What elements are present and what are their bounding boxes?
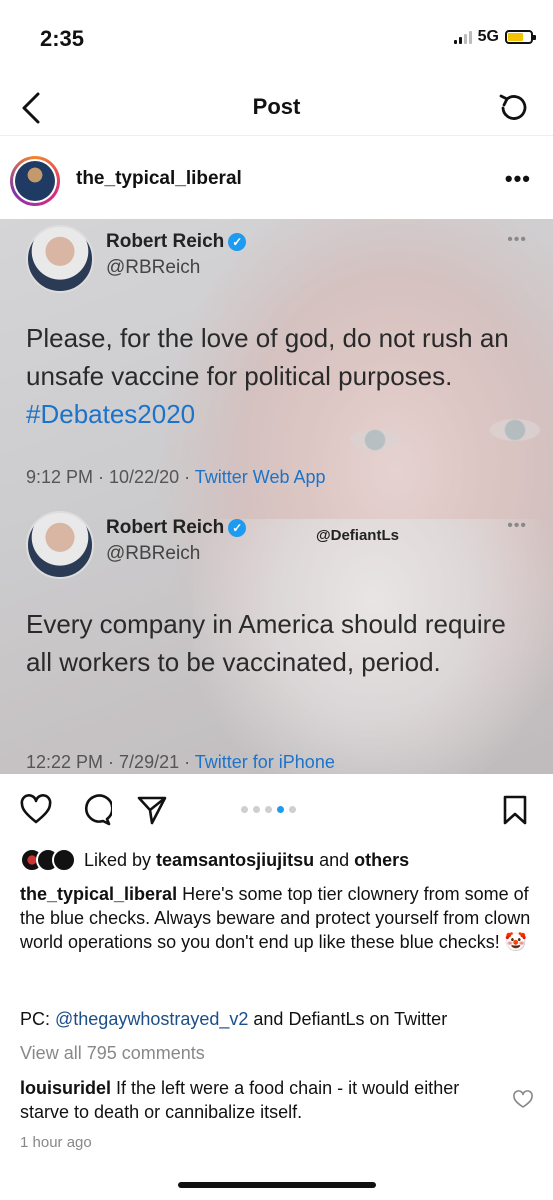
post-header: the_typical_liberal ••• xyxy=(0,144,553,216)
carousel-dot xyxy=(253,806,260,813)
tweet-meta: 12:22 PM · 7/29/21 · Twitter for iPhone xyxy=(26,752,335,772)
watermark: @DefiantLs xyxy=(316,527,399,544)
caption-username[interactable]: the_typical_liberal xyxy=(20,884,177,904)
view-all-comments-link[interactable]: View all 795 comments xyxy=(20,1043,205,1064)
more-options-icon[interactable]: ••• xyxy=(505,166,531,192)
timestamp: 1 hour ago xyxy=(20,1134,92,1151)
home-indicator[interactable] xyxy=(178,1182,376,1188)
comment-like-heart-icon[interactable] xyxy=(513,1090,533,1110)
heart-icon[interactable] xyxy=(20,794,52,826)
refresh-icon[interactable] xyxy=(495,90,531,126)
page-title: Post xyxy=(252,94,301,119)
tweet-author: Robert Reich ✓ xyxy=(106,231,247,253)
bookmark-icon[interactable] xyxy=(499,794,531,826)
tweet-avatar xyxy=(26,225,94,293)
mention-link[interactable]: @thegaywhostrayed_v2 xyxy=(55,1009,248,1029)
likes-text: Liked by teamsantosjiujitsu and others xyxy=(84,849,410,870)
carousel-dot xyxy=(265,806,272,813)
photo-credit: PC: @thegaywhostrayed_v2 and DefiantLs o… xyxy=(20,1009,448,1029)
network-label: 5G xyxy=(477,28,499,45)
tweet-handle: @RBReich xyxy=(106,543,201,564)
tweet-avatar xyxy=(26,511,94,579)
carousel-dot-active xyxy=(277,806,284,813)
comment: louisuridel If the left were a food chai… xyxy=(20,1078,460,1122)
share-icon[interactable] xyxy=(136,794,168,826)
nav-bar: Post xyxy=(0,80,553,136)
status-time: 2:35 xyxy=(40,26,85,51)
status-bar: 2:35 5G xyxy=(0,0,553,80)
tweet-text: Please, for the love of god, do not rush… xyxy=(26,323,509,429)
verified-badge-icon: ✓ xyxy=(228,233,247,251)
likes-row[interactable]: Liked by teamsantosjiujitsu and others xyxy=(20,846,409,874)
image-overlay xyxy=(0,219,553,774)
liker-avatars xyxy=(20,848,76,872)
post-image[interactable]: Robert Reich ✓ @RBReich ••• Please, for t… xyxy=(0,219,553,774)
signal-icon xyxy=(453,30,472,44)
action-bar xyxy=(0,780,553,840)
tweet-more-icon: ••• xyxy=(507,231,527,248)
battery-icon xyxy=(505,30,536,44)
carousel-indicator xyxy=(241,806,296,813)
comment-username[interactable]: louisuridel xyxy=(20,1078,111,1098)
tweet-author: Robert Reich ✓ xyxy=(106,517,247,539)
tweet-handle: @RBReich xyxy=(106,257,201,278)
status-indicators: 5G xyxy=(453,28,536,46)
avatar xyxy=(52,848,76,872)
avatar[interactable] xyxy=(10,156,60,206)
post-username[interactable]: the_typical_liberal xyxy=(76,168,242,190)
tweet-text: Every company in America should require … xyxy=(26,609,506,677)
tweet-meta: 9:12 PM · 10/22/20 · Twitter Web App xyxy=(26,467,326,487)
tweet-more-icon: ••• xyxy=(507,517,527,534)
comment-icon[interactable] xyxy=(80,794,112,826)
carousel-dot xyxy=(289,806,296,813)
post-caption: the_typical_liberal Here's some top tier… xyxy=(20,884,531,952)
hashtag: #Debates2020 xyxy=(26,399,196,429)
verified-badge-icon: ✓ xyxy=(228,519,247,537)
carousel-dot xyxy=(241,806,248,813)
